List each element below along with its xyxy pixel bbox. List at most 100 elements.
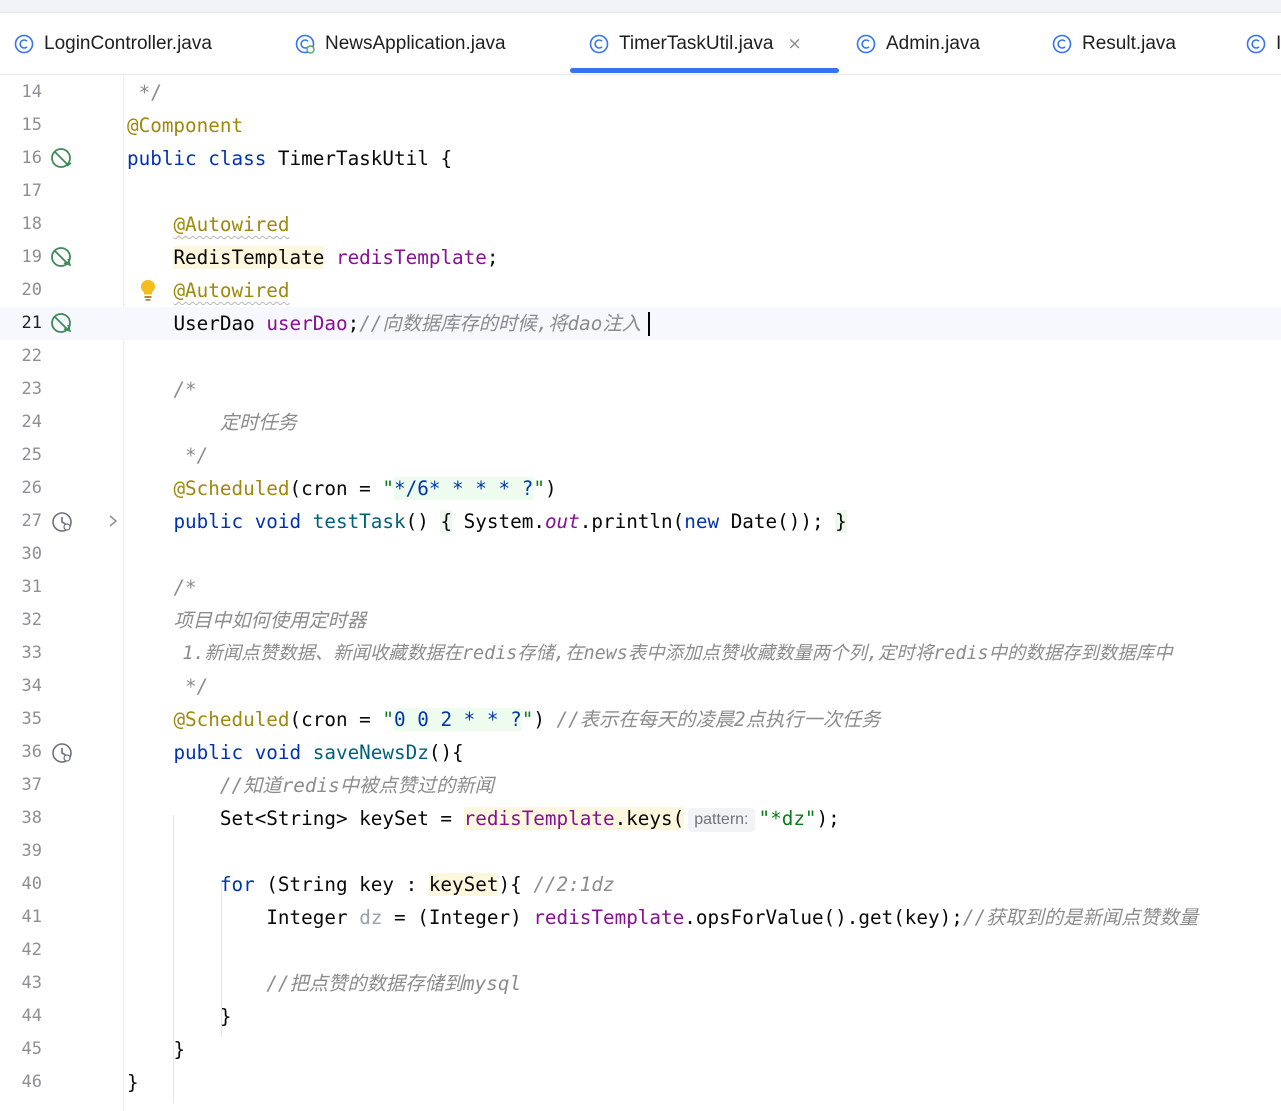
line-number: 40 [21, 874, 42, 894]
code-text: @Component [127, 114, 244, 137]
parameter-hint: pattern: [688, 807, 755, 832]
code-line-36[interactable]: 36 public void saveNewsDz(){ [0, 736, 1281, 769]
tab-label: Admin.java [886, 32, 980, 54]
line-number: 20 [21, 280, 42, 300]
code-text: @Autowired [173, 213, 290, 236]
tab-result[interactable]: Result.java [1052, 13, 1176, 74]
code-text: Set<String> keySet = redisTemplate.keys(… [219, 807, 840, 832]
code-line-15[interactable]: 15 @Component [0, 109, 1281, 142]
code-line-41[interactable]: 41 Integer dz = (Integer) redisTemplate.… [0, 901, 1281, 934]
code-line-20[interactable]: 20 @Autowired [0, 274, 1281, 307]
tab-label: TimerTaskUtil.java [619, 32, 774, 54]
line-number: 23 [21, 379, 42, 399]
line-number: 45 [21, 1039, 42, 1059]
code-line-22[interactable]: 22 [0, 340, 1281, 373]
autowired-bean-icon[interactable] [50, 246, 74, 270]
code-line-23[interactable]: 23 /* [0, 373, 1281, 406]
code-line-46[interactable]: 46 } [0, 1066, 1281, 1099]
line-number: 26 [21, 478, 42, 498]
code-line-26[interactable]: 26 @Scheduled(cron = "*/6* * * * ?") [0, 472, 1281, 505]
code-text: } [219, 1005, 232, 1028]
text-caret [648, 312, 650, 336]
line-number: 44 [21, 1006, 42, 1026]
code-line-38[interactable]: 38 Set<String> keySet = redisTemplate.ke… [0, 802, 1281, 835]
active-tab-indicator [570, 68, 839, 73]
code-line-40[interactable]: 40 for (String key : keySet){ //2:1dz [0, 868, 1281, 901]
chevron-right-icon[interactable] [106, 513, 120, 529]
scheduled-clock-icon[interactable] [50, 510, 74, 534]
code-line-39[interactable]: 39 [0, 835, 1281, 868]
line-number: 16 [21, 148, 42, 168]
code-line-25[interactable]: 25 */ [0, 439, 1281, 472]
spring-boot-class-icon [295, 34, 315, 54]
line-number: 38 [21, 808, 42, 828]
line-number: 36 [21, 742, 42, 762]
code-line-16[interactable]: 16 public class TimerTaskUtil { [0, 142, 1281, 175]
code-line-43[interactable]: 43 //把点赞的数据存储到mysql [0, 967, 1281, 1000]
window-top-strip [0, 0, 1281, 13]
line-number: 35 [21, 709, 42, 729]
code-text: 1.新闻点赞数据、新闻收藏数据在redis存储,在news表中添加点赞收藏数量两… [182, 643, 1173, 664]
line-number: 32 [21, 610, 42, 630]
code-line-14[interactable]: 14 */ [0, 76, 1281, 109]
spring-bean-icon[interactable] [50, 147, 74, 171]
class-icon [589, 34, 609, 53]
code-text: } [173, 1038, 186, 1061]
tab-label: LoginController.java [44, 32, 212, 54]
line-number: 39 [21, 841, 42, 861]
code-line-42[interactable]: 42 [0, 934, 1281, 967]
code-text: public void saveNewsDz(){ [173, 741, 464, 764]
code-text: 定时任务 [219, 411, 297, 434]
code-text: */ [138, 81, 162, 104]
tab-admin[interactable]: Admin.java [856, 13, 980, 74]
tab-overflow[interactable]: I [1246, 13, 1281, 74]
tab-news-application[interactable]: NewsApplication.java [295, 13, 506, 74]
code-line-37[interactable]: 37 //知道redis中被点赞过的新闻 [0, 769, 1281, 802]
code-line-44[interactable]: 44 } [0, 1000, 1281, 1033]
code-line-27[interactable]: 27 public void testTask() { System.out.p… [0, 505, 1281, 538]
code-editor[interactable]: 14 */ 15 @Component 16 public class Time… [0, 76, 1281, 1111]
line-number: 42 [21, 940, 42, 960]
code-line-19[interactable]: 19 RedisTemplate redisTemplate; [0, 241, 1281, 274]
line-number: 19 [21, 247, 42, 267]
line-number: 25 [21, 445, 42, 465]
code-line-35[interactable]: 35 @Scheduled(cron = "0 0 2 * * ?") //表示… [0, 703, 1281, 736]
code-line-45[interactable]: 45 } [0, 1033, 1281, 1066]
line-number: 30 [21, 544, 42, 564]
code-line-32[interactable]: 32 项目中如何使用定时器 [0, 604, 1281, 637]
line-number: 17 [21, 181, 42, 201]
code-line-24[interactable]: 24 定时任务 [0, 406, 1281, 439]
line-number: 37 [21, 775, 42, 795]
line-number: 22 [21, 346, 42, 366]
tab-login-controller[interactable]: LoginController.java [14, 13, 212, 74]
code-text: //知道redis中被点赞过的新闻 [219, 774, 494, 797]
line-number: 21 [21, 313, 42, 333]
line-number: 34 [21, 676, 42, 696]
code-line-17[interactable]: 17 [0, 175, 1281, 208]
code-text: Integer dz = (Integer) redisTemplate.ops… [266, 906, 1199, 929]
scheduled-clock-icon[interactable] [50, 741, 74, 765]
code-line-18[interactable]: 18 @Autowired [0, 208, 1281, 241]
code-text: public void testTask() { System.out.prin… [173, 510, 847, 533]
tab-timer-task-util[interactable]: TimerTaskUtil.java × [589, 13, 802, 74]
code-line-30[interactable]: 30 [0, 538, 1281, 571]
code-line-33[interactable]: 33 1.新闻点赞数据、新闻收藏数据在redis存储,在news表中添加点赞收藏… [0, 637, 1281, 670]
code-text: 项目中如何使用定时器 [173, 609, 367, 632]
code-text: @Scheduled(cron = "*/6* * * * ?") [173, 477, 557, 500]
line-number: 31 [21, 577, 42, 597]
close-icon[interactable]: × [788, 34, 802, 54]
code-line-34[interactable]: 34 */ [0, 670, 1281, 703]
line-number: 46 [21, 1072, 42, 1092]
class-icon [1246, 34, 1266, 53]
code-text: public class TimerTaskUtil { [127, 147, 453, 170]
code-text: //把点赞的数据存储到mysql [266, 972, 522, 995]
class-icon [14, 34, 34, 53]
autowired-bean-icon[interactable] [50, 312, 74, 336]
code-line-21[interactable]: 21 UserDao userDao;//向数据库存的时候,将dao注入 [0, 307, 1281, 340]
line-number: 33 [21, 643, 42, 663]
code-text: */ [185, 675, 209, 698]
code-line-31[interactable]: 31 /* [0, 571, 1281, 604]
tab-label: I [1276, 32, 1281, 54]
tab-label: Result.java [1082, 32, 1176, 54]
code-text: @Scheduled(cron = "0 0 2 * * ?") //表示在每天… [173, 708, 881, 731]
